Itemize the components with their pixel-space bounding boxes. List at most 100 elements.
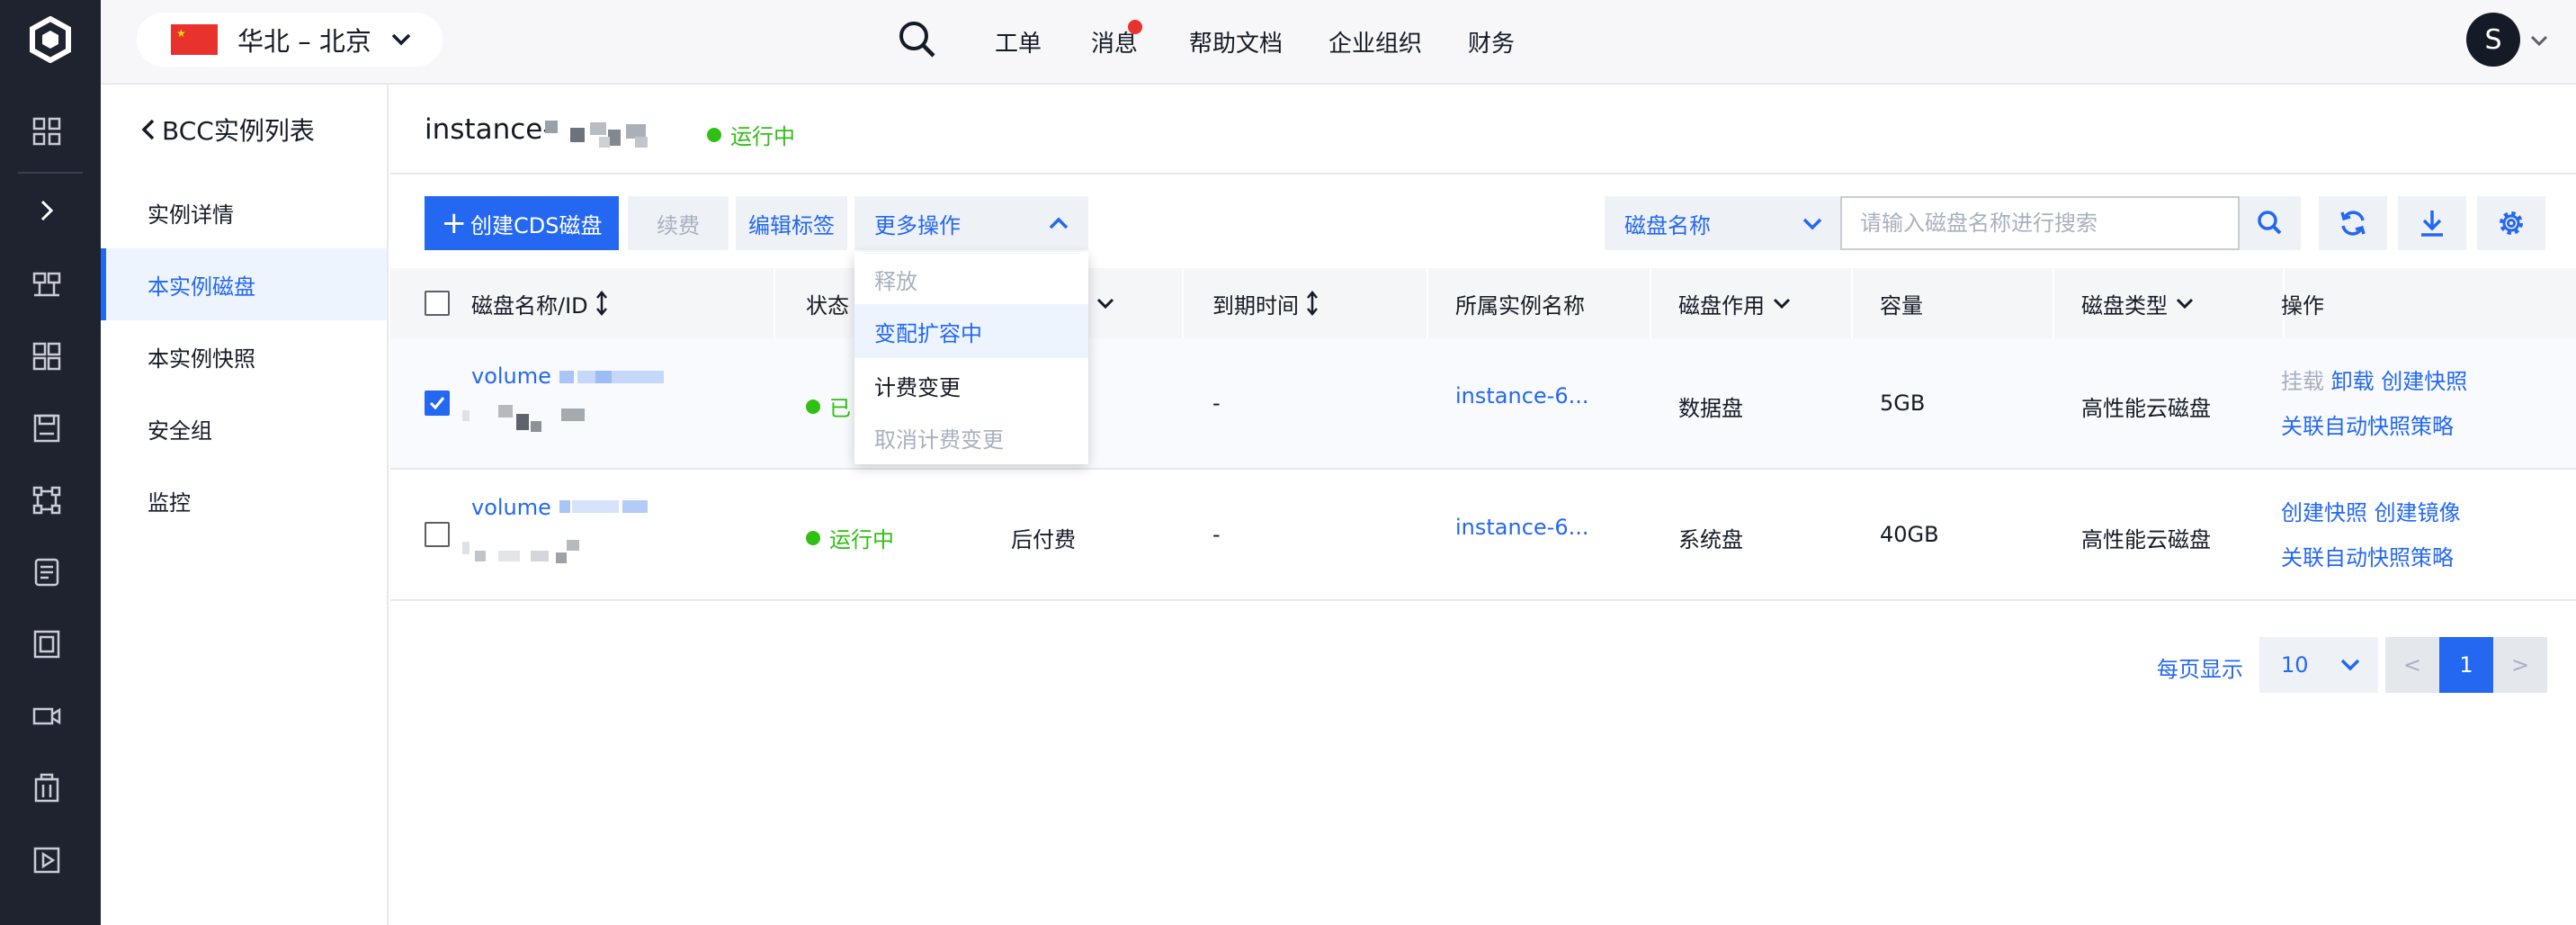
disk-type: 高性能云磁盘 xyxy=(2081,527,2211,552)
disk-status: 运行中 xyxy=(806,522,894,553)
header-status: 状态 xyxy=(806,292,849,319)
instances-grid-icon[interactable] xyxy=(29,338,65,374)
create-image-action[interactable]: 创建镜像 xyxy=(2375,500,2461,525)
row-checkbox[interactable] xyxy=(425,522,450,547)
expand-chevron-icon[interactable] xyxy=(29,193,65,229)
instance-name-link[interactable]: instance-6... xyxy=(1455,383,1589,409)
sidebar-item-security-group[interactable]: 安全组 xyxy=(101,392,387,464)
redacted-mosaic xyxy=(545,121,648,148)
back-label: BCC实例列表 xyxy=(162,116,315,146)
back-to-bcc-list[interactable]: BCC实例列表 xyxy=(139,112,315,148)
header-disk-role[interactable]: 磁盘作用 xyxy=(1678,268,1792,338)
user-avatar[interactable]: S xyxy=(2466,13,2520,67)
menu-item-release[interactable]: 释放 xyxy=(854,252,1088,306)
sort-icon xyxy=(1307,291,1318,316)
chevron-down-icon[interactable] xyxy=(2529,31,2549,50)
auto-snapshot-policy-action[interactable]: 关联自动快照策略 xyxy=(2281,409,2454,440)
header-type-label: 磁盘类型 xyxy=(2081,292,2168,319)
nav-help-docs[interactable]: 帮助文档 xyxy=(1189,0,1283,83)
next-page-button[interactable]: > xyxy=(2493,637,2547,693)
create-snapshot-action[interactable]: 创建快照 xyxy=(2381,369,2467,394)
prev-page-button[interactable]: < xyxy=(2385,637,2439,693)
network-icon[interactable] xyxy=(29,482,65,518)
logo-icon[interactable] xyxy=(27,16,74,63)
chevron-up-icon xyxy=(1049,217,1069,229)
column-separator xyxy=(1427,268,1428,338)
create-snapshot-action[interactable]: 创建快照 xyxy=(2281,500,2367,525)
page-size-select[interactable]: 10 xyxy=(2259,637,2378,693)
rail-divider xyxy=(18,172,83,174)
search-icon xyxy=(2258,211,2282,235)
nav-organization[interactable]: 企业组织 xyxy=(1328,0,1422,83)
disk-search-input[interactable] xyxy=(1840,196,2240,250)
instance-status-text: 运行中 xyxy=(730,124,795,149)
column-separator xyxy=(1851,268,1853,338)
region-label: 华北 – 北京 xyxy=(237,26,371,57)
create-cds-button[interactable]: + 创建CDS磁盘 xyxy=(425,196,619,250)
refresh-button[interactable] xyxy=(2319,196,2387,250)
auto-snapshot-policy-action[interactable]: 关联自动快照策略 xyxy=(2281,540,2454,571)
download-icon xyxy=(2421,211,2443,237)
sidebar-item-instance-detail[interactable]: 实例详情 xyxy=(101,176,387,248)
row-checkbox[interactable] xyxy=(425,391,450,416)
unmount-action[interactable]: 卸载 xyxy=(2331,369,2375,394)
page-1-button[interactable]: 1 xyxy=(2439,637,2493,693)
header-actions: 操作 xyxy=(2281,292,2324,319)
disk-name-link[interactable]: volume xyxy=(471,495,551,520)
disk-name-link[interactable]: volume xyxy=(471,364,551,389)
header-disk-name[interactable]: 磁盘名称/ID xyxy=(471,268,608,338)
region-selector[interactable]: ★ 华北 – 北京 xyxy=(137,13,443,67)
column-separator xyxy=(1182,268,1184,338)
header-disk-type[interactable]: 磁盘类型 xyxy=(2081,268,2195,338)
search-button[interactable] xyxy=(2240,196,2301,250)
download-button[interactable] xyxy=(2398,196,2466,250)
expire-time: - xyxy=(1212,522,1221,547)
filter-select-value: 磁盘名称 xyxy=(1624,212,1711,238)
redacted-mosaic xyxy=(559,371,664,383)
top-header: ★ 华北 – 北京 工单 消息 帮助文档 企业组织 财务 S xyxy=(101,0,2576,85)
dashboard-grid-icon[interactable] xyxy=(29,113,65,149)
nav-finance[interactable]: 财务 xyxy=(1468,0,1515,83)
chevron-down-icon xyxy=(1773,298,1791,310)
refresh-icon xyxy=(2340,211,2366,236)
media-play-icon[interactable] xyxy=(29,842,65,878)
product-layout-icon[interactable] xyxy=(29,266,65,302)
menu-item-resize-in-progress[interactable]: 变配扩容中 xyxy=(854,304,1088,358)
nav-messages[interactable]: 消息 xyxy=(1091,0,1138,83)
row-actions: 挂载 卸载 创建快照 xyxy=(2281,364,2467,395)
building-icon[interactable] xyxy=(29,770,65,806)
document-list-icon[interactable] xyxy=(29,554,65,590)
edit-tags-button[interactable]: 编辑标签 xyxy=(736,196,847,250)
database-icon[interactable] xyxy=(29,626,65,662)
menu-item-billing-change[interactable]: 计费变更 xyxy=(854,358,1088,412)
status-dot xyxy=(707,127,721,142)
notification-dot xyxy=(1128,20,1142,34)
settings-button[interactable] xyxy=(2477,196,2545,250)
header-billing[interactable] xyxy=(1088,268,1115,338)
video-camera-icon[interactable] xyxy=(29,698,65,734)
more-actions-button[interactable]: 更多操作 xyxy=(854,196,1088,250)
header-expire-time[interactable]: 到期时间 xyxy=(1212,268,1319,338)
header-disk-name-label: 磁盘名称/ID xyxy=(471,292,588,319)
chevron-down-icon xyxy=(2340,659,2360,671)
status-dot xyxy=(806,399,820,414)
menu-item-cancel-billing-change[interactable]: 取消计费变更 xyxy=(854,410,1088,464)
select-all-checkbox[interactable] xyxy=(425,291,450,316)
per-page-label: 每页显示 xyxy=(2157,657,2243,682)
sidebar-item-instance-snapshots[interactable]: 本实例快照 xyxy=(101,320,387,392)
disk-storage-icon[interactable] xyxy=(29,410,65,446)
nav-ticket[interactable]: 工单 xyxy=(995,0,1042,83)
instance-name-link[interactable]: instance-6... xyxy=(1455,515,1589,540)
header-role-label: 磁盘作用 xyxy=(1678,292,1765,319)
mount-action[interactable]: 挂载 xyxy=(2281,369,2324,394)
disk-role: 系统盘 xyxy=(1678,527,1743,552)
column-separator xyxy=(774,268,775,338)
renew-button[interactable]: 续费 xyxy=(628,196,729,250)
sidebar-item-instance-disks[interactable]: 本实例磁盘 xyxy=(101,248,387,320)
search-icon[interactable] xyxy=(898,20,937,59)
instance-status: 运行中 xyxy=(707,119,795,150)
filter-select[interactable]: 磁盘名称 xyxy=(1605,196,1840,250)
sidebar-item-monitoring[interactable]: 监控 xyxy=(101,464,387,536)
redacted-mosaic xyxy=(462,540,579,563)
sort-icon xyxy=(595,291,607,316)
